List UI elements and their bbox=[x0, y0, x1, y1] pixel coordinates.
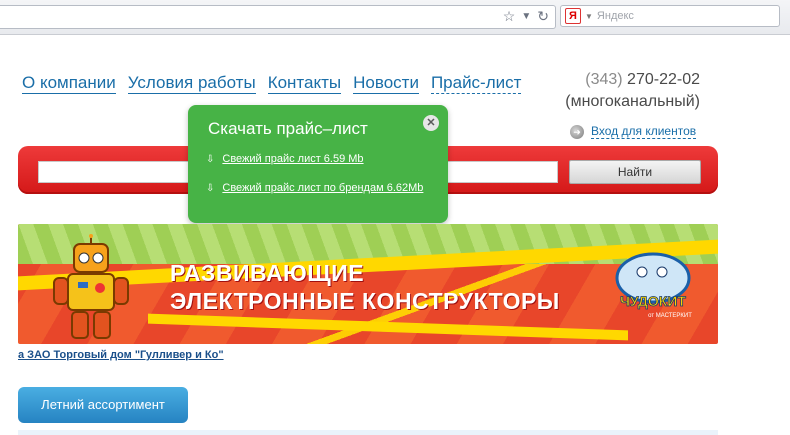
download-icon: ⇩ bbox=[206, 182, 215, 194]
search-engine-caret-icon[interactable]: ▼ bbox=[585, 12, 593, 21]
price-list-link-2-label: Свежий прайс лист по брендам 6.62Mb bbox=[222, 182, 424, 194]
search-button[interactable]: Найти bbox=[569, 160, 701, 184]
summer-assortment-button[interactable]: Летний ассортимент bbox=[18, 387, 188, 423]
logo-text: ЧУДОКИТ bbox=[620, 293, 686, 309]
download-icon: ⇩ bbox=[206, 153, 215, 165]
client-login-link[interactable]: ➜ Вход для клиентов bbox=[570, 124, 697, 139]
browser-toolbar: ☆ ▼ ↻ Я ▼ Яндекс bbox=[0, 0, 790, 35]
phone-code: (343) bbox=[585, 71, 623, 88]
phone-note: (многоканальный) bbox=[565, 93, 700, 110]
phone-number: 270-22-02 bbox=[627, 71, 700, 88]
dropdown-arrow-icon[interactable]: ▼ bbox=[521, 11, 531, 22]
popup-title: Скачать прайс–лист bbox=[208, 119, 368, 138]
browser-search-box[interactable]: Я ▼ Яндекс bbox=[560, 5, 780, 27]
promo-banner[interactable]: РАЗВИВАЮЩИЕ ЭЛЕКТРОННЫЕ КОНСТРУКТОРЫ ЧУД… bbox=[18, 224, 718, 344]
nav-item-price-list[interactable]: Прайс-лист bbox=[430, 73, 522, 94]
nav-item-news[interactable]: Новости bbox=[353, 73, 419, 94]
client-login-label: Вход для клиентов bbox=[591, 124, 697, 139]
chudokit-logo: ЧУДОКИТ от МАСТЕРКИТ bbox=[615, 252, 692, 319]
content-panel-edge bbox=[18, 430, 718, 435]
price-list-popup: Скачать прайс–лист ✕ ⇩ Свежий прайс лист… bbox=[188, 105, 448, 223]
address-bar[interactable]: ☆ ▼ ↻ bbox=[0, 5, 556, 29]
nav-item-terms[interactable]: Условия работы bbox=[127, 73, 256, 94]
company-link[interactable]: а ЗАО Торговый дом "Гулливер и Ко" bbox=[18, 349, 224, 361]
nav-item-contacts[interactable]: Контакты bbox=[267, 73, 342, 94]
phone-block: (343) 270-22-02 (многоканальный) bbox=[565, 69, 700, 113]
phone-line: (343) 270-22-02 bbox=[565, 69, 700, 91]
price-list-link-1-label: Свежий прайс лист 6.59 Mb bbox=[222, 153, 364, 165]
price-list-link-2[interactable]: ⇩ Свежий прайс лист по брендам 6.62Mb bbox=[206, 182, 423, 194]
logo-subtext: от МАСТЕРКИТ bbox=[648, 313, 692, 319]
address-bar-icons: ☆ ▼ ↻ bbox=[503, 8, 549, 25]
banner-headline-2: ЭЛЕКТРОННЫЕ КОНСТРУКТОРЫ bbox=[170, 288, 560, 314]
main-nav: О компании Условия работы Контакты Новос… bbox=[22, 73, 522, 94]
browser-search-placeholder: Яндекс bbox=[596, 10, 634, 22]
bookmark-star-icon[interactable]: ☆ bbox=[503, 8, 516, 25]
price-list-link-1[interactable]: ⇩ Свежий прайс лист 6.59 Mb bbox=[206, 153, 364, 165]
banner-headline-1: РАЗВИВАЮЩИЕ bbox=[170, 260, 365, 286]
close-icon[interactable]: ✕ bbox=[423, 115, 439, 131]
nav-item-about[interactable]: О компании bbox=[22, 73, 116, 94]
yandex-logo-icon[interactable]: Я bbox=[565, 8, 581, 24]
robot-illustration bbox=[53, 234, 129, 339]
banner-lightning-stripe-lower bbox=[148, 313, 628, 341]
reload-icon[interactable]: ↻ bbox=[537, 8, 549, 25]
arrow-right-icon: ➜ bbox=[570, 124, 584, 139]
